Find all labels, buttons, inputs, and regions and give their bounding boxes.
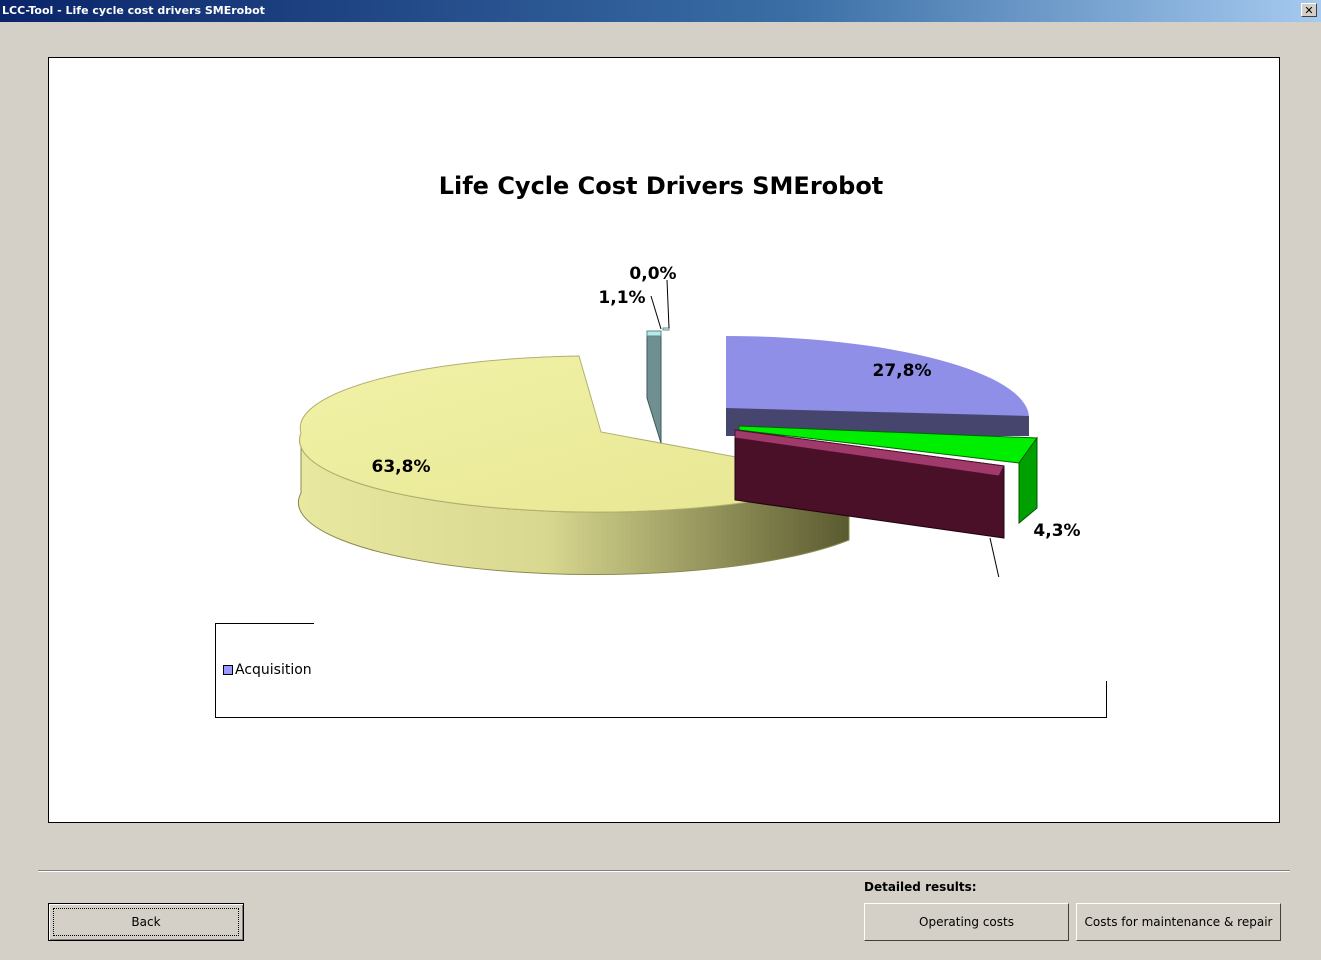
maintenance-repair-button[interactable]: Costs for maintenance & repair bbox=[1076, 903, 1281, 941]
slice-0-0 bbox=[662, 327, 670, 331]
chart-area: Life Cycle Cost Drivers SMErobot 63,8% 2… bbox=[48, 57, 1280, 823]
legend-overlay bbox=[314, 577, 1126, 681]
maintenance-repair-label: Costs for maintenance & repair bbox=[1084, 915, 1273, 929]
window-title-bar: LCC-Tool - Life cycle cost drivers SMEro… bbox=[0, 0, 1321, 22]
footer-separator bbox=[38, 870, 1290, 872]
legend-item-acquisition: Acquisition bbox=[223, 662, 315, 678]
slice-27-8 bbox=[726, 336, 1029, 436]
detailed-results-label: Detailed results: bbox=[864, 880, 977, 894]
chart-title: Life Cycle Cost Drivers SMErobot bbox=[439, 172, 884, 200]
legend-swatch bbox=[223, 665, 233, 675]
legend-label: Acquisition bbox=[235, 662, 312, 678]
window-title: LCC-Tool - Life cycle cost drivers SMEro… bbox=[2, 4, 265, 17]
label-1-1: 1,1% bbox=[598, 288, 645, 308]
operating-costs-label: Operating costs bbox=[919, 915, 1014, 929]
back-button[interactable]: Back bbox=[48, 903, 244, 941]
label-4-3: 4,3% bbox=[1033, 521, 1080, 541]
label-63-8: 63,8% bbox=[372, 457, 431, 477]
operating-costs-button[interactable]: Operating costs bbox=[864, 903, 1069, 941]
label-0-0: 0,0% bbox=[629, 264, 676, 284]
slice-1-1 bbox=[646, 330, 662, 444]
back-button-label: Back bbox=[131, 915, 161, 929]
label-27-8: 27,8% bbox=[873, 361, 932, 381]
close-icon[interactable]: ✕ bbox=[1301, 3, 1317, 17]
